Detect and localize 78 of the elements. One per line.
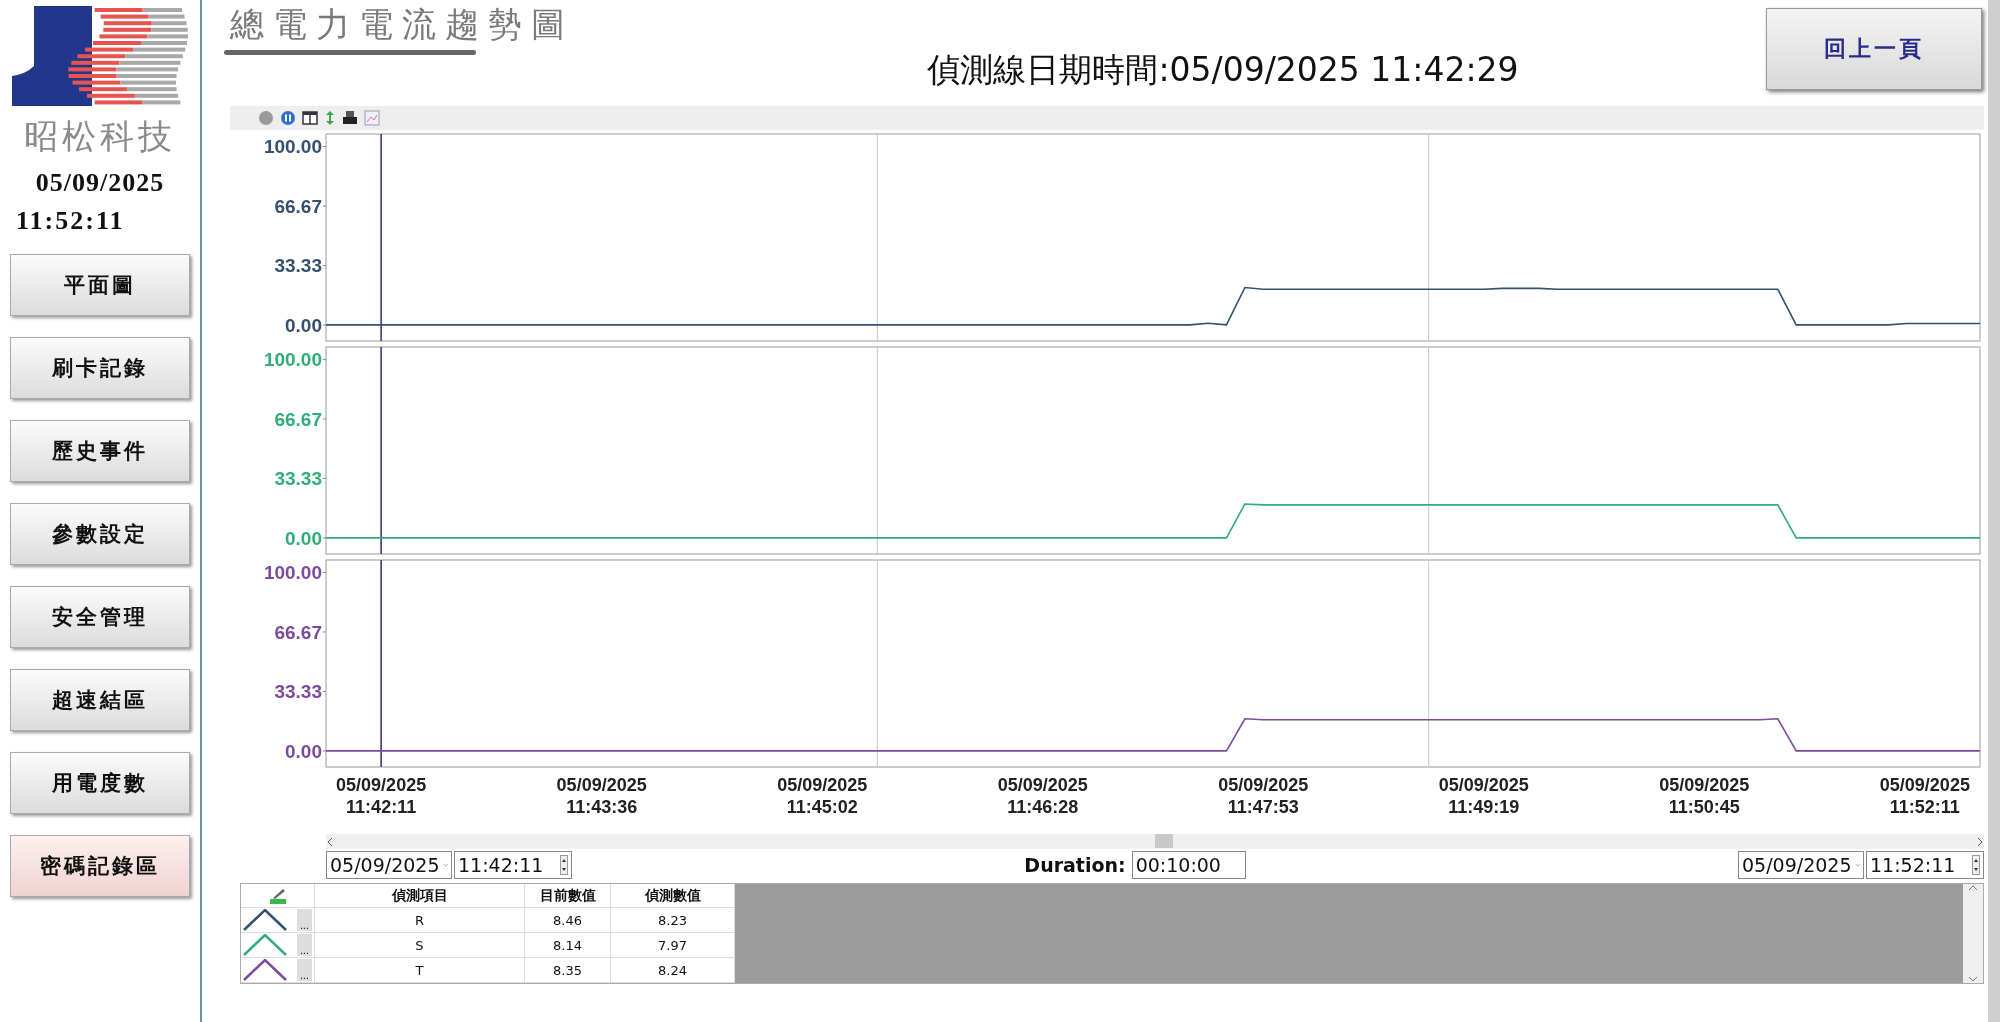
scrollbar-track[interactable] bbox=[1988, 0, 2000, 1022]
nav-button[interactable]: 密碼記錄區 bbox=[10, 835, 190, 897]
back-button[interactable]: 回上一頁 bbox=[1766, 8, 1982, 90]
time-field[interactable]: 11:42:11 bbox=[454, 851, 572, 879]
line-style-icon[interactable] bbox=[243, 959, 287, 981]
date-field[interactable]: 05/09/2025 bbox=[1738, 851, 1864, 879]
chevron-up-icon[interactable] bbox=[1968, 884, 1978, 892]
caret-icon bbox=[442, 862, 448, 868]
scrollbar-thumb[interactable] bbox=[1155, 834, 1173, 848]
axis-label: 0.00 bbox=[285, 740, 322, 762]
edit-icon[interactable] bbox=[267, 886, 288, 905]
column-header: 目前數值 bbox=[525, 884, 611, 908]
table-cell: S bbox=[315, 933, 525, 958]
table-cell: R bbox=[315, 908, 525, 933]
axis-label: 33.33 bbox=[274, 681, 322, 703]
cursor-line[interactable] bbox=[380, 133, 382, 342]
axis-label: 66.67 bbox=[274, 195, 322, 217]
chevron-right-icon[interactable] bbox=[1976, 836, 1984, 847]
axis-label: 66.67 bbox=[274, 621, 322, 643]
scrollbar[interactable] bbox=[1963, 884, 1983, 983]
axis-label: 0.00 bbox=[285, 314, 322, 336]
date-field[interactable]: 05/09/2025 bbox=[326, 851, 452, 879]
nav-button[interactable]: 歷史事件 bbox=[10, 420, 190, 482]
scrollbar[interactable] bbox=[326, 834, 1984, 849]
axis-label: 33.33 bbox=[274, 468, 322, 490]
date-text: 05/09/2025 bbox=[35, 168, 165, 198]
table-cell: 8.23 bbox=[611, 908, 735, 933]
more-button[interactable]: ... bbox=[297, 934, 312, 956]
expand-icon[interactable] bbox=[324, 110, 336, 126]
spinner-icon bbox=[1972, 855, 1980, 875]
axis-label: 100.00 bbox=[263, 562, 322, 584]
columns-icon[interactable] bbox=[302, 110, 318, 126]
spinner-icon bbox=[560, 855, 568, 875]
axis-label: 05/09/2025 11:50:45 bbox=[1659, 775, 1750, 817]
line-style-icon[interactable] bbox=[243, 909, 287, 931]
axis-label: 33.33 bbox=[274, 255, 322, 277]
more-button[interactable]: ... bbox=[297, 909, 312, 931]
axis-label: 100.00 bbox=[263, 349, 322, 371]
time-text: 11:52:11 bbox=[16, 206, 125, 236]
chevron-down-icon[interactable] bbox=[1968, 975, 1978, 983]
table-cell: 8.24 bbox=[611, 958, 735, 983]
cursor-line[interactable] bbox=[380, 559, 382, 768]
table-cell: 8.35 bbox=[525, 958, 611, 983]
axis-label: 05/09/2025 11:49:19 bbox=[1438, 775, 1529, 817]
nav-button[interactable]: 參數設定 bbox=[10, 503, 190, 565]
axis-label: 05/09/2025 11:46:28 bbox=[997, 775, 1088, 817]
table-cell: T bbox=[315, 958, 525, 983]
column-header: 偵測項目 bbox=[315, 884, 525, 908]
axis-label: 05/09/2025 11:52:11 bbox=[1879, 775, 1970, 817]
pause-icon[interactable] bbox=[280, 110, 296, 126]
table-cell: 8.14 bbox=[525, 933, 611, 958]
more-button[interactable]: ... bbox=[297, 959, 312, 981]
caret-icon bbox=[1854, 862, 1860, 868]
page-title: 總電力電流趨勢圖 bbox=[230, 3, 574, 46]
axis-label: 05/09/2025 11:42:11 bbox=[336, 775, 427, 817]
duration-label: Duration: bbox=[1024, 854, 1126, 876]
time-field[interactable]: 11:52:11 bbox=[1866, 851, 1984, 879]
detection-time: 偵測線日期時間:05/09/2025 11:42:29 bbox=[926, 49, 1520, 91]
company-name: 昭松科技 bbox=[24, 115, 176, 158]
table-cell: 8.46 bbox=[525, 908, 611, 933]
axis-label: 100.00 bbox=[263, 136, 322, 158]
axis-label: 66.67 bbox=[274, 408, 322, 430]
image-icon[interactable] bbox=[364, 110, 380, 126]
axis-label: 05/09/2025 11:43:36 bbox=[556, 775, 647, 817]
nav-button[interactable]: 超速結區 bbox=[10, 669, 190, 731]
cursor-line[interactable] bbox=[380, 346, 382, 555]
axis-label: 05/09/2025 11:45:02 bbox=[777, 775, 868, 817]
nav-button[interactable]: 用電度數 bbox=[10, 752, 190, 814]
table-cell: 7.97 bbox=[611, 933, 735, 958]
axis-label: 0.00 bbox=[285, 527, 322, 549]
chevron-left-icon[interactable] bbox=[326, 836, 334, 847]
nav-button[interactable]: 刷卡記錄 bbox=[10, 337, 190, 399]
duration-field[interactable]: 00:10:00 bbox=[1131, 851, 1246, 879]
nav-button[interactable]: 平面圖 bbox=[10, 254, 190, 316]
axis-label: 05/09/2025 11:47:53 bbox=[1218, 775, 1309, 817]
disc-icon[interactable] bbox=[258, 110, 274, 126]
nav-button[interactable]: 安全管理 bbox=[10, 586, 190, 648]
printer-icon[interactable] bbox=[342, 110, 358, 126]
